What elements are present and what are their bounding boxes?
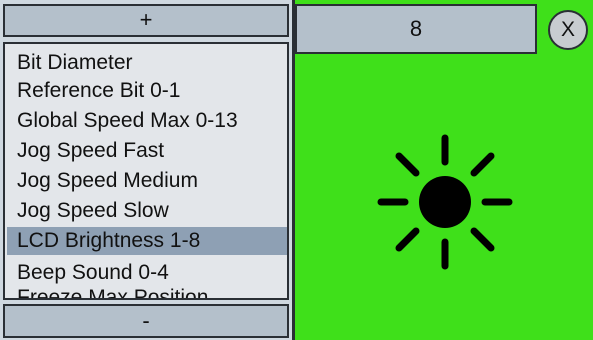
menu-item-beep-sound[interactable]: Beep Sound 0-4 <box>7 259 287 287</box>
close-button[interactable]: X <box>548 10 588 50</box>
menu-item-lcd-brightness[interactable]: LCD Brightness 1-8 <box>7 227 287 255</box>
settings-list[interactable]: Bit Diameter Reference Bit 0-1 Global Sp… <box>3 42 289 300</box>
menu-item-reference-bit[interactable]: Reference Bit 0-1 <box>7 77 287 105</box>
menu-item-bit-diameter[interactable]: Bit Diameter <box>7 49 287 77</box>
scroll-up-button[interactable]: + <box>3 4 289 37</box>
lcd-screen: + Bit Diameter Reference Bit 0-1 Global … <box>0 0 593 340</box>
sun-core <box>419 176 471 228</box>
menu-item-jog-speed-fast[interactable]: Jog Speed Fast <box>7 137 287 165</box>
menu-item-jog-speed-slow[interactable]: Jog Speed Slow <box>7 197 287 225</box>
menu-item-freeze-max-position[interactable]: Freeze Max Position <box>7 284 287 298</box>
menu-item-global-speed-max[interactable]: Global Speed Max 0-13 <box>7 107 287 135</box>
sun-icon <box>377 134 513 270</box>
setting-value-display[interactable]: 8 <box>295 4 537 54</box>
settings-menu-panel: + Bit Diameter Reference Bit 0-1 Global … <box>0 0 292 340</box>
scroll-down-button[interactable]: - <box>3 304 289 338</box>
menu-item-jog-speed-medium[interactable]: Jog Speed Medium <box>7 167 287 195</box>
